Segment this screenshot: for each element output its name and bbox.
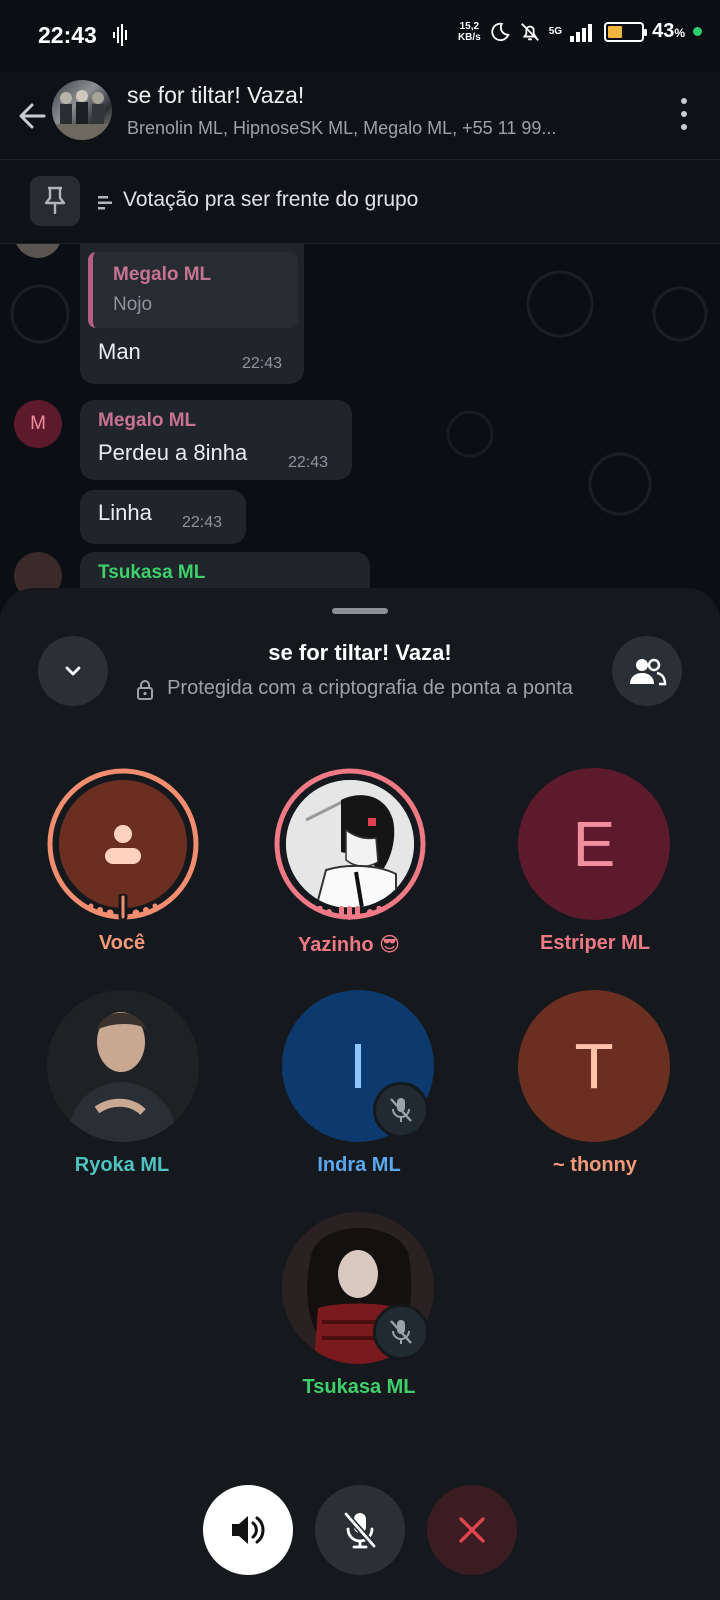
speaking-indicator: [317, 906, 382, 920]
message-text: Linha: [98, 500, 152, 525]
speaking-indicator: [88, 894, 158, 920]
avatar: T: [518, 990, 670, 1142]
message-time: 22:43: [288, 454, 329, 471]
battery-percent: 43%: [652, 20, 685, 42]
participant-name: Você: [98, 932, 146, 954]
avatar-letter: E: [572, 808, 616, 880]
avatar: [47, 990, 199, 1142]
chat-members[interactable]: Brenolin ML, HipnoseSK ML, Megalo ML, +5…: [127, 118, 647, 139]
reply-author: Megalo ML: [113, 264, 212, 285]
status-bar: 22:43 15,2 KB/s 5G 43%: [0, 0, 720, 72]
participant-tile[interactable]: Yazinho 😎: [259, 768, 459, 984]
participant-name: Indra ML: [317, 1154, 401, 1176]
mic-off-icon: [390, 1320, 412, 1344]
message-bubble[interactable]: Megalo ML Nojo Man 22:43: [80, 244, 304, 384]
participant-name: Ryoka ML: [74, 1154, 170, 1176]
kebab-icon[interactable]: [676, 94, 692, 134]
drag-handle[interactable]: [332, 608, 388, 614]
lock-icon: [137, 680, 153, 700]
poll-icon: [98, 196, 112, 210]
signal-icon: [570, 23, 593, 42]
avatar[interactable]: M: [14, 400, 62, 448]
message-time: 22:43: [242, 355, 283, 372]
portrait-avatar-image: [47, 990, 199, 1142]
message-text: Man: [98, 339, 141, 364]
reply-preview[interactable]: Megalo ML Nojo: [88, 252, 298, 328]
back-button[interactable]: [12, 94, 56, 138]
avatar: [59, 780, 187, 908]
mute-button[interactable]: [315, 1485, 405, 1575]
chat-header: se for tiltar! Vaza! Brenolin ML, Hipnos…: [0, 72, 720, 160]
status-time: 22:43: [38, 22, 97, 48]
mic-off-icon: [343, 1512, 377, 1549]
user-icon: [105, 825, 141, 864]
participant-tile[interactable]: Você: [22, 768, 222, 984]
muted-badge: [373, 1082, 429, 1138]
encryption-notice: Protegida com a criptografia de ponta a …: [167, 677, 573, 699]
reply-text: Nojo: [113, 294, 153, 315]
moon-icon: [491, 22, 510, 41]
avatar[interactable]: [14, 244, 62, 258]
arrow-left-icon: [19, 103, 46, 129]
participant-name: Estriper ML: [539, 932, 651, 954]
group-avatar[interactable]: [52, 80, 112, 140]
pinned-message-bar[interactable]: Votação pra ser frente do grupo: [0, 160, 720, 244]
avatar: E: [518, 768, 670, 920]
audio-wave-icon: [113, 24, 127, 46]
anime-avatar-image: [286, 780, 414, 908]
close-icon: [459, 1517, 485, 1543]
privacy-dot: [693, 27, 702, 36]
pin-icon: [44, 186, 66, 214]
chat-title[interactable]: se for tiltar! Vaza!: [127, 82, 304, 109]
avatar-letter: T: [574, 1030, 614, 1102]
muted-badge: [373, 1304, 429, 1360]
participant-tile[interactable]: Ryoka ML: [22, 990, 222, 1190]
participant-name: Tsukasa ML: [302, 1376, 416, 1398]
message-author: Megalo ML: [98, 410, 197, 431]
speaker-button[interactable]: [203, 1485, 293, 1575]
network-type: 5G: [548, 25, 563, 37]
pinned-text: Votação pra ser frente do grupo: [123, 188, 419, 211]
message-author: Tsukasa ML: [98, 562, 206, 583]
participant-tile[interactable]: Tsukasa ML: [259, 1212, 459, 1412]
participants-button[interactable]: [612, 636, 682, 706]
avatar-letter: I: [349, 1030, 367, 1102]
message-time: 22:43: [182, 514, 223, 531]
participant-tile[interactable]: T ~ thonny: [495, 990, 695, 1190]
message-text: Perdeu a 8inha: [98, 440, 248, 465]
speaker-icon: [232, 1516, 265, 1544]
message-bubble[interactable]: Linha 22:43: [80, 490, 246, 544]
participant-name: ~ thonny: [553, 1154, 637, 1176]
battery-icon: [604, 21, 648, 42]
voice-chat-sheet: se for tiltar! Vaza! Protegida com a cri…: [0, 588, 720, 1600]
participant-tile[interactable]: I Indra ML: [259, 990, 459, 1190]
end-call-button[interactable]: [427, 1485, 517, 1575]
participant-tile[interactable]: E Estriper ML: [495, 768, 695, 968]
avatar: [286, 780, 414, 908]
bell-off-icon: [520, 22, 539, 41]
people-icon: [630, 658, 667, 686]
network-speed: 15,2 KB/s: [457, 20, 481, 43]
mic-off-icon: [390, 1098, 412, 1122]
participant-name: Yazinho 😎: [298, 934, 400, 956]
chat-area: Megalo ML Nojo Man 22:43 M Megalo ML Per…: [0, 244, 720, 600]
pin-button[interactable]: [30, 176, 80, 226]
message-bubble[interactable]: Megalo ML Perdeu a 8inha 22:43: [80, 400, 352, 480]
